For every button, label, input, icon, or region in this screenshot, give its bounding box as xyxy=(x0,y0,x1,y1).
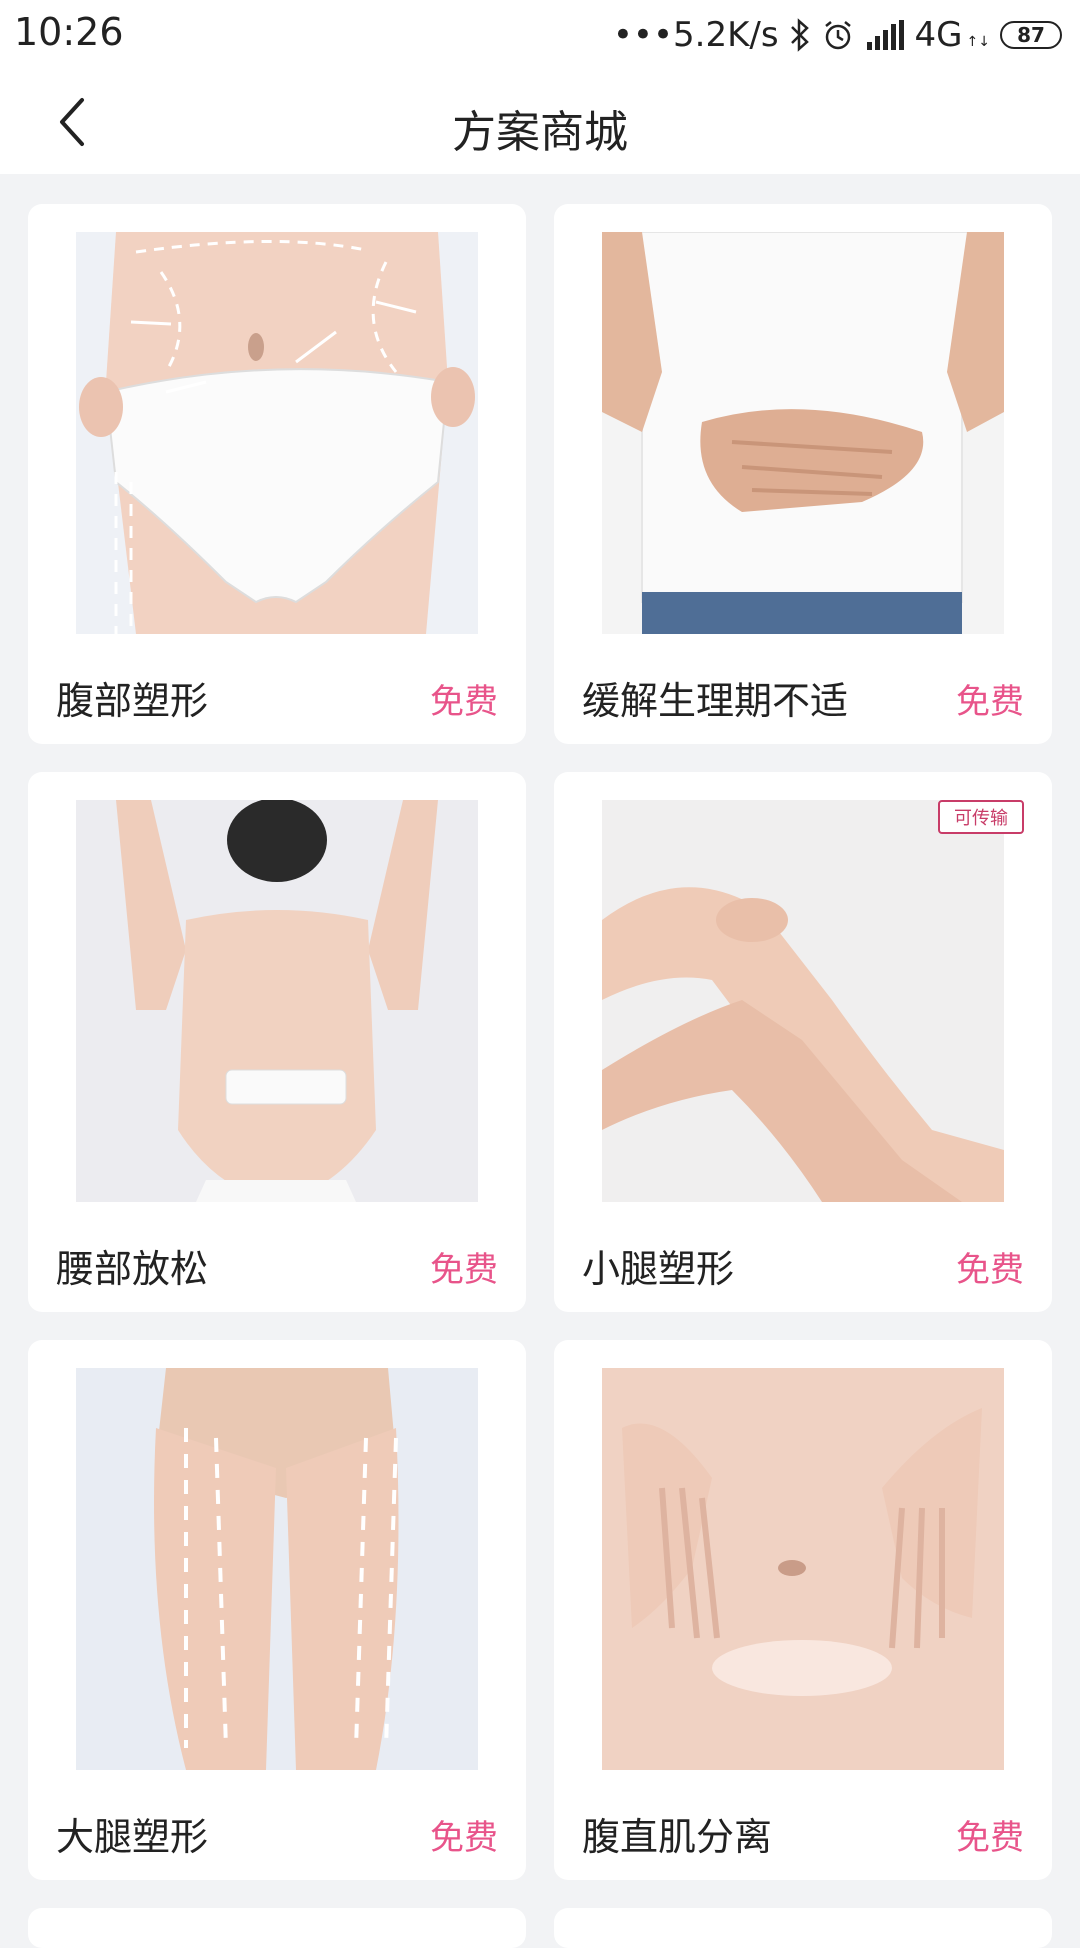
plan-card-partial[interactable] xyxy=(28,1908,526,1948)
status-bar: 10:26 •••5.2K/s 4G ↑↓ 87 xyxy=(0,0,1080,70)
transferable-badge: 可传输 xyxy=(938,800,1024,834)
card-price: 免费 xyxy=(430,1250,498,1290)
signal-icon xyxy=(865,20,905,50)
card-title: 腰部放松 xyxy=(56,1247,209,1291)
plan-card-period[interactable]: 缓解生理期不适 免费 xyxy=(554,204,1052,744)
plan-card-waist[interactable]: 腰部放松 免费 xyxy=(28,772,526,1312)
plan-card-abdomen[interactable]: 腹部塑形 免费 xyxy=(28,204,526,744)
status-indicators: •••5.2K/s 4G ↑↓ 87 xyxy=(613,10,1062,60)
page-title: 方案商城 xyxy=(452,107,628,158)
alarm-icon xyxy=(821,18,855,52)
battery-indicator: 87 xyxy=(1000,21,1062,49)
plan-card-calf[interactable]: 可传输 小腿塑形 免费 xyxy=(554,772,1052,1312)
card-price: 免费 xyxy=(956,1250,1024,1290)
network-speed: •••5.2K/s xyxy=(612,15,779,55)
card-title: 缓解生理期不适 xyxy=(582,679,849,723)
card-title: 腹部塑形 xyxy=(56,679,209,723)
plan-card-partial[interactable] xyxy=(554,1908,1052,1948)
card-title: 腹直肌分离 xyxy=(582,1815,773,1859)
card-price: 免费 xyxy=(430,1818,498,1858)
plan-card-diastasis[interactable]: 腹直肌分离 免费 xyxy=(554,1340,1052,1880)
network-type: 4G xyxy=(914,15,963,55)
nav-bar: 方案商城 xyxy=(0,70,1080,174)
card-title: 小腿塑形 xyxy=(582,1247,735,1291)
plan-card-thigh[interactable]: 大腿塑形 免费 xyxy=(28,1340,526,1880)
card-title: 大腿塑形 xyxy=(56,1815,209,1859)
card-price: 免费 xyxy=(956,1818,1024,1858)
thigh-shaping-photo xyxy=(76,1368,478,1770)
plan-grid: 腹部塑形 免费 缓解生理期不适 免费 腰部放松 免费 可传输 小腿塑形 免费 大… xyxy=(28,204,1052,1880)
network-activity: ↑↓ xyxy=(966,34,990,50)
abdomen-shaping-photo xyxy=(76,232,478,634)
diastasis-recti-photo xyxy=(602,1368,1004,1770)
status-time: 10:26 xyxy=(14,10,124,54)
bluetooth-icon xyxy=(789,18,811,52)
card-price: 免费 xyxy=(430,682,498,722)
waist-relax-photo xyxy=(76,800,478,1202)
card-price: 免费 xyxy=(956,682,1024,722)
period-relief-photo xyxy=(602,232,1004,634)
calf-shaping-photo xyxy=(602,800,1004,1202)
